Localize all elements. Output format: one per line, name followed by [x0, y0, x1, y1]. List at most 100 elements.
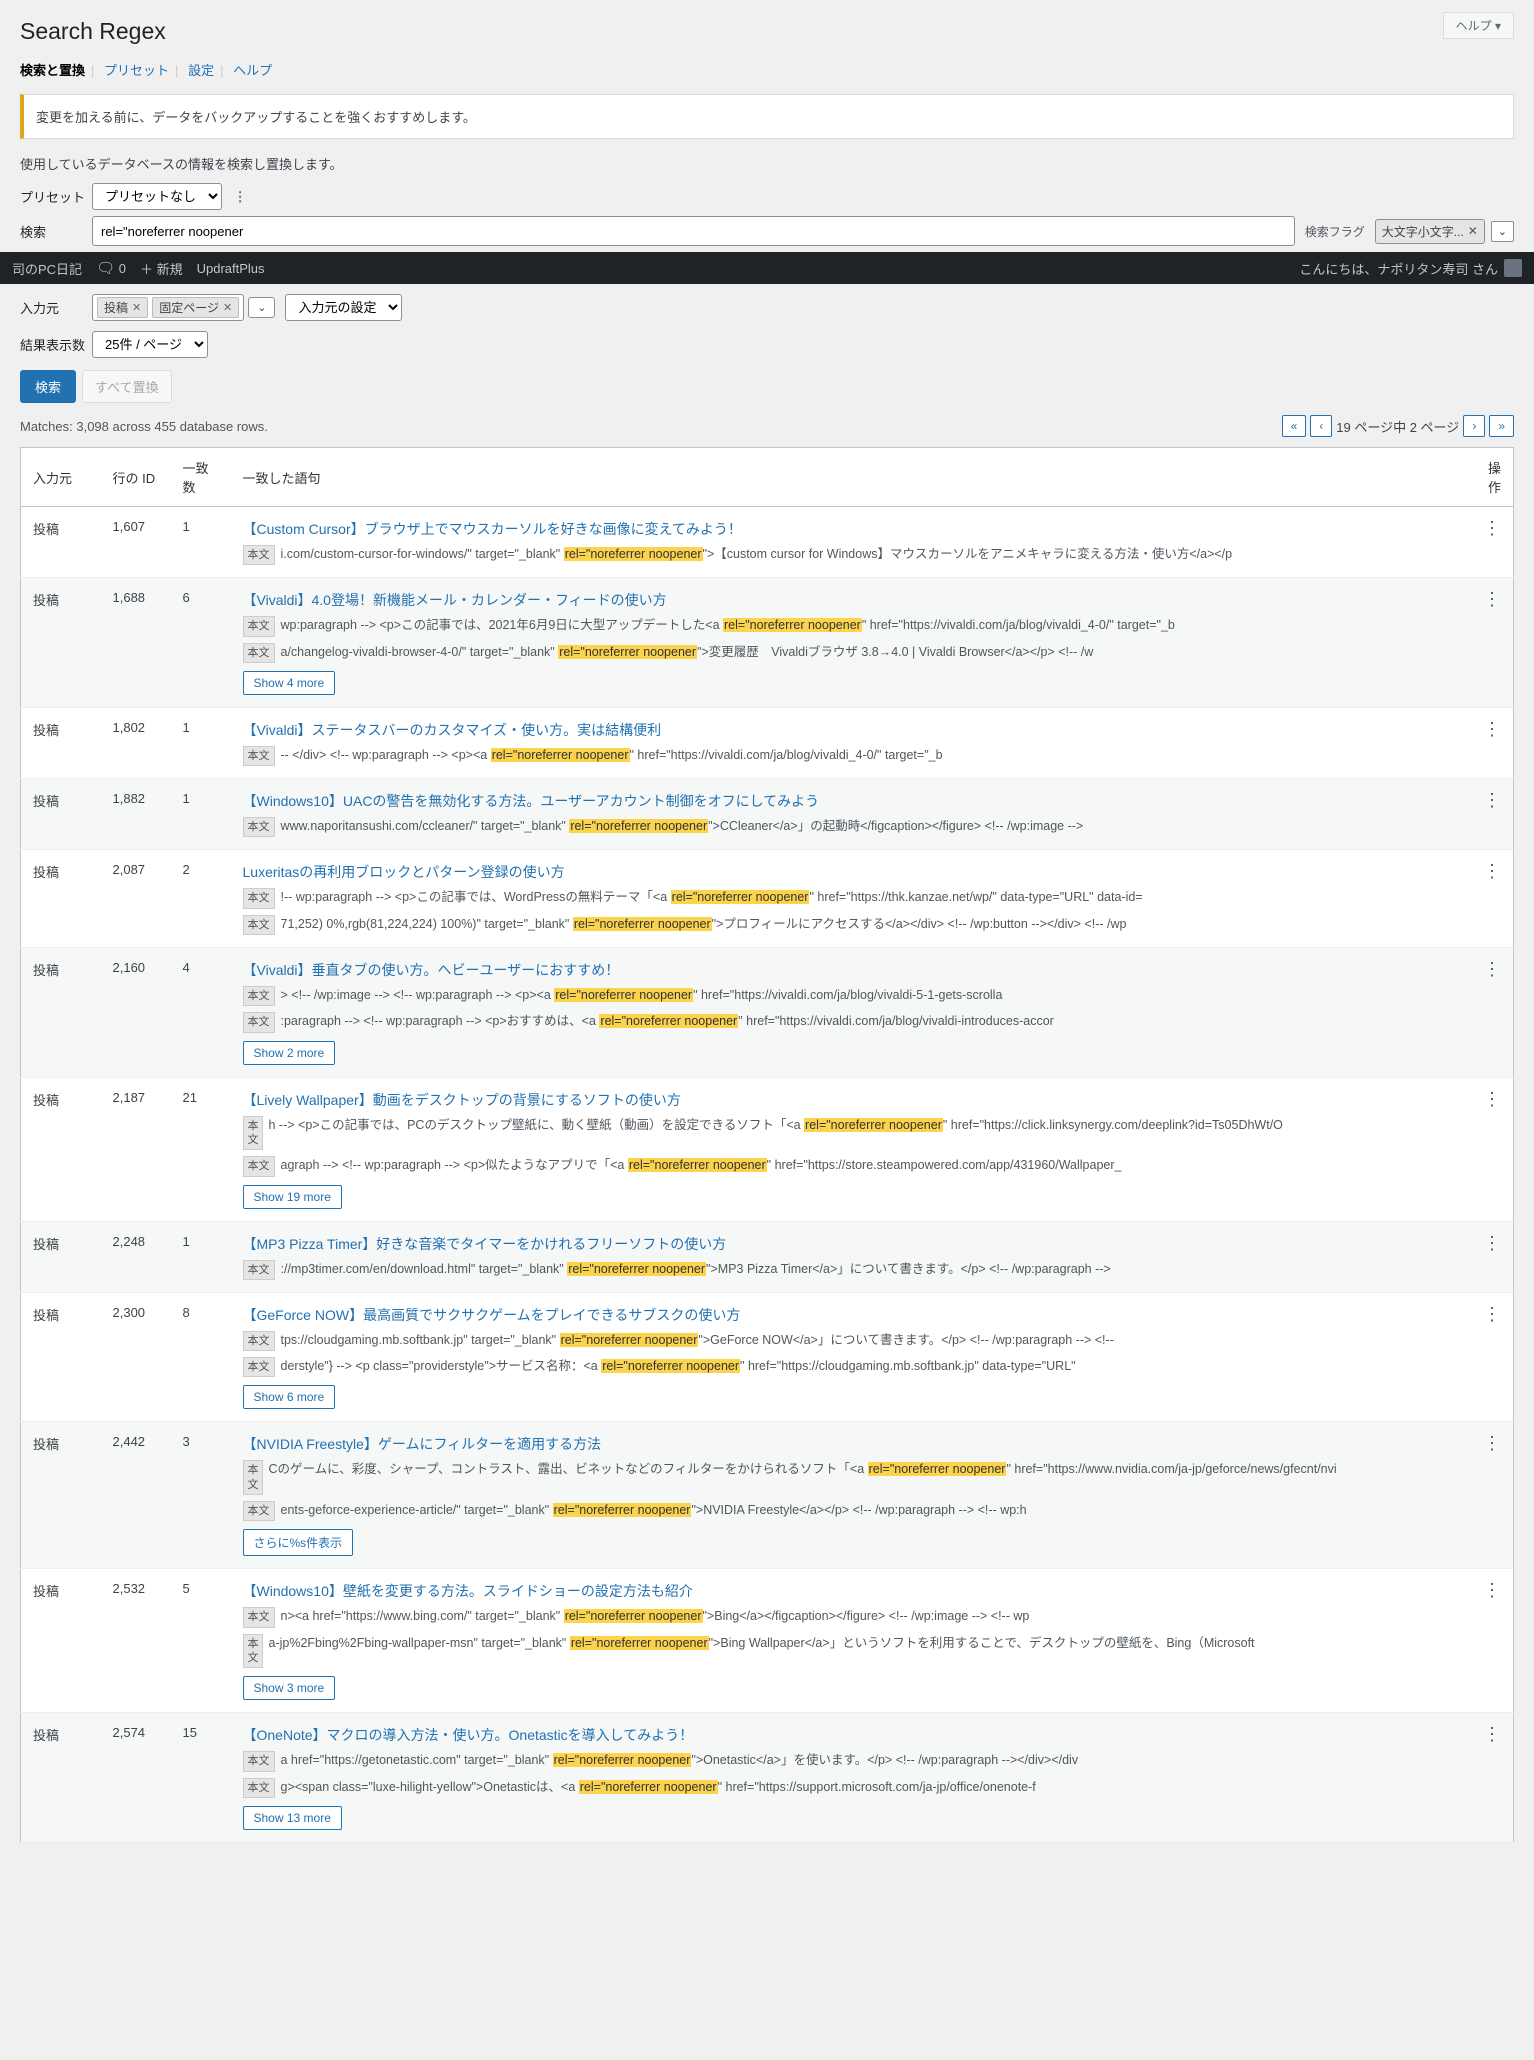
cell-count: 1 — [171, 779, 231, 850]
result-title-link[interactable]: 【Windows10】壁紙を変更する方法。スライドショーの設定方法も紹介 — [243, 1583, 693, 1599]
cell-match: 【Vivaldi】ステータスバーのカスタマイズ・使い方。実は結構便利 本文-- … — [231, 707, 1464, 778]
result-title-link[interactable]: 【Lively Wallpaper】動画をデスクトップの背景にするソフトの使い方 — [243, 1092, 681, 1108]
avatar[interactable] — [1504, 259, 1522, 277]
help-toggle[interactable]: ヘルプ — [1443, 12, 1514, 39]
result-title-link[interactable]: 【Windows10】UACの警告を無効化する方法。ユーザーアカウント制御をオフ… — [243, 793, 820, 809]
row-actions-icon[interactable]: ⋮ — [1483, 861, 1501, 881]
cell-id: 1,688 — [101, 578, 171, 708]
adminbar-site[interactable]: 司のPC日記 — [12, 259, 82, 278]
cell-source: 投稿 — [21, 779, 101, 850]
row-actions-icon[interactable]: ⋮ — [1483, 1089, 1501, 1109]
cell-count: 5 — [171, 1569, 231, 1713]
show-more-button[interactable]: Show 4 more — [243, 671, 336, 695]
show-more-button[interactable]: Show 19 more — [243, 1185, 342, 1209]
row-actions-icon[interactable]: ⋮ — [1483, 1304, 1501, 1324]
show-more-button[interactable]: Show 2 more — [243, 1041, 336, 1065]
tab-preset[interactable]: プリセット — [104, 63, 169, 78]
pager-first[interactable]: « — [1282, 415, 1307, 437]
snippet-text: h --> <p>この記事では、PCのデスクトップ壁紙に、動く壁紙（動画）を設定… — [269, 1116, 1283, 1135]
table-row: 投稿 1,688 6 【Vivaldi】4.0登場！新機能メール・カレンダー・フ… — [21, 578, 1514, 708]
result-title-link[interactable]: 【Vivaldi】ステータスバーのカスタマイズ・使い方。実は結構便利 — [243, 722, 662, 738]
result-title-link[interactable]: 【Vivaldi】垂直タブの使い方。ヘビーユーザーにおすすめ！ — [243, 962, 620, 978]
flag-chip[interactable]: 大文字小文字...✕ — [1375, 219, 1485, 244]
row-actions-icon[interactable]: ⋮ — [1483, 959, 1501, 979]
search-button[interactable]: 検索 — [20, 370, 76, 403]
admin-bar: 司のPC日記 🗨 0 ＋ 新規 UpdraftPlus こんにちは、ナポリタン寿… — [0, 252, 1534, 284]
highlight: rel="noreferrer noopener — [558, 645, 697, 659]
pager-last[interactable]: » — [1489, 415, 1514, 437]
row-actions-icon[interactable]: ⋮ — [1483, 790, 1501, 810]
row-actions-icon[interactable]: ⋮ — [1483, 1724, 1501, 1744]
results-per-page-select[interactable]: 25件 / ページ — [92, 331, 208, 358]
th-id: 行の ID — [101, 448, 171, 507]
cell-id: 2,442 — [101, 1422, 171, 1569]
row-actions-icon[interactable]: ⋮ — [1483, 719, 1501, 739]
show-more-button[interactable]: Show 6 more — [243, 1385, 336, 1409]
result-title-link[interactable]: 【MP3 Pizza Timer】好きな音楽でタイマーをかけれるフリーソフトの使… — [243, 1236, 727, 1252]
table-row: 投稿 2,248 1 【MP3 Pizza Timer】好きな音楽でタイマーをか… — [21, 1221, 1514, 1292]
result-title-link[interactable]: 【OneNote】マクロの導入方法・使い方。Onetasticを導入してみよう！ — [243, 1727, 694, 1743]
field-badge: 本文 — [243, 1607, 275, 1627]
source-settings-select[interactable]: 入力元の設定 — [285, 294, 402, 321]
backup-notice: 変更を加える前に、データをバックアップすることを強くおすすめします。 — [20, 94, 1514, 139]
th-match: 一致した語句 — [231, 448, 1464, 507]
row-actions-icon[interactable]: ⋮ — [1483, 1233, 1501, 1253]
result-title-link[interactable]: Luxeritasの再利用ブロックとパターン登録の使い方 — [243, 864, 565, 880]
tab-settings[interactable]: 設定 — [188, 63, 214, 78]
flag-remove-icon[interactable]: ✕ — [1468, 224, 1478, 238]
adminbar-new[interactable]: ＋ 新規 — [140, 259, 183, 278]
field-badge: 本文 — [243, 746, 275, 766]
cell-source: 投稿 — [21, 1569, 101, 1713]
snippet-text: a-jp%2Fbing%2Fbing-wallpaper-msn" target… — [269, 1634, 1255, 1653]
preset-more-icon[interactable]: ⋮ — [234, 189, 247, 204]
row-actions-icon[interactable]: ⋮ — [1483, 589, 1501, 609]
adminbar-updraft[interactable]: UpdraftPlus — [197, 261, 265, 276]
result-title-link[interactable]: 【GeForce NOW】最高画質でサクサクゲームをプレイできるサブスクの使い方 — [243, 1307, 741, 1323]
source-dropdown[interactable]: ⌄ — [248, 297, 275, 318]
snippet-text: www.naporitansushi.com/ccleaner/" target… — [281, 817, 1084, 836]
field-badge: 本文 — [243, 1501, 275, 1521]
show-more-button[interactable]: さらに%s件表示 — [243, 1529, 354, 1556]
cell-count: 3 — [171, 1422, 231, 1569]
search-input[interactable] — [92, 216, 1295, 246]
result-title-link[interactable]: 【NVIDIA Freestyle】ゲームにフィルターを適用する方法 — [243, 1436, 602, 1452]
cell-match: 【Lively Wallpaper】動画をデスクトップの背景にするソフトの使い方… — [231, 1077, 1464, 1221]
highlight: rel="noreferrer noopener — [564, 547, 703, 561]
row-actions-icon[interactable]: ⋮ — [1483, 1433, 1501, 1453]
show-more-button[interactable]: Show 3 more — [243, 1676, 336, 1700]
result-title-link[interactable]: 【Vivaldi】4.0登場！新機能メール・カレンダー・フィードの使い方 — [243, 592, 667, 608]
source-pill-page[interactable]: 固定ページ✕ — [152, 297, 239, 318]
table-row: 投稿 1,607 1 【Custom Cursor】ブラウザ上でマウスカーソルを… — [21, 507, 1514, 578]
pager-prev[interactable]: ‹ — [1310, 415, 1332, 437]
comment-icon[interactable]: 🗨 — [96, 260, 115, 277]
tab-search[interactable]: 検索と置換 — [20, 63, 85, 78]
pill-remove-icon[interactable]: ✕ — [132, 301, 141, 314]
sub-tabs: 検索と置換| プリセット| 設定| ヘルプ — [20, 60, 1514, 79]
cell-match: 【Vivaldi】4.0登場！新機能メール・カレンダー・フィードの使い方 本文w… — [231, 578, 1464, 708]
intro-text: 使用しているデータベースの情報を検索し置換します。 — [20, 154, 1514, 173]
source-pill-post[interactable]: 投稿✕ — [97, 297, 148, 318]
row-actions-icon[interactable]: ⋮ — [1483, 1580, 1501, 1600]
pager-next[interactable]: › — [1463, 415, 1485, 437]
show-more-button[interactable]: Show 13 more — [243, 1806, 342, 1830]
source-pills[interactable]: 投稿✕ 固定ページ✕ — [92, 294, 244, 321]
matches-count: Matches: 3,098 across 455 database rows. — [20, 419, 268, 434]
results-table: 入力元 行の ID 一致数 一致した語句 操作 投稿 1,607 1 【Cust… — [20, 447, 1514, 1843]
th-count: 一致数 — [171, 448, 231, 507]
cell-id: 2,160 — [101, 948, 171, 1078]
cell-count: 1 — [171, 707, 231, 778]
snippet-text: ents-geforce-experience-article/" target… — [281, 1501, 1027, 1520]
field-badge: 本文 — [243, 1260, 275, 1280]
highlight: rel="noreferrer noopener — [569, 819, 708, 833]
preset-select[interactable]: プリセットなし — [92, 183, 222, 210]
field-badge: 本文 — [243, 888, 275, 908]
table-row: 投稿 2,300 8 【GeForce NOW】最高画質でサクサクゲームをプレイ… — [21, 1292, 1514, 1422]
row-actions-icon[interactable]: ⋮ — [1483, 518, 1501, 538]
result-title-link[interactable]: 【Custom Cursor】ブラウザ上でマウスカーソルを好きな画像に変えてみよ… — [243, 521, 742, 537]
field-badge: 本文 — [243, 986, 275, 1006]
pill-remove-icon[interactable]: ✕ — [223, 301, 232, 314]
search-label: 検索 — [20, 222, 92, 241]
flag-dropdown[interactable]: ⌄ — [1491, 221, 1514, 242]
tab-help[interactable]: ヘルプ — [233, 63, 272, 78]
table-row: 投稿 2,532 5 【Windows10】壁紙を変更する方法。スライドショーの… — [21, 1569, 1514, 1713]
